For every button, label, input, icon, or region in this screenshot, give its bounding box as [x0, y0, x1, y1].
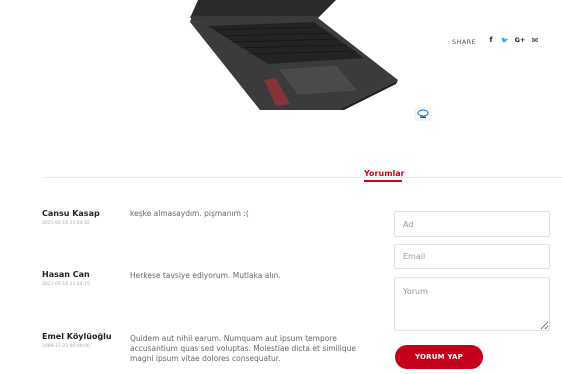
tab-active-underline — [364, 180, 402, 182]
share-label: SHARE — [452, 38, 477, 46]
tab-divider — [42, 177, 562, 178]
comment-author: Emel Köylüoğlu — [42, 332, 112, 341]
comment-item: Cansu Kasap 2021-05-16 21:44:42 — [42, 209, 100, 226]
comment-date: 2021-05-16 21:44:42 — [42, 221, 90, 226]
comment-textarea[interactable] — [394, 277, 550, 331]
comment-text: keşke almasaydım. pişmanım :( — [130, 209, 249, 218]
comment-text: Quidem aut nihil earum. Numquam aut ipsu… — [130, 334, 357, 363]
intel-badge-icon — [414, 106, 432, 121]
email-icon[interactable]: ✉ — [530, 35, 540, 45]
comment-date: 2009-11-23 00:00:00 — [42, 344, 90, 349]
comment-item: Emel Köylüoğlu 2009-11-23 00:00:00 — [42, 332, 112, 349]
comment-author: Cansu Kasap — [42, 209, 100, 218]
facebook-icon[interactable]: f — [486, 35, 496, 45]
submit-comment-button[interactable]: YORUM YAP — [395, 345, 483, 369]
email-input[interactable] — [394, 244, 550, 269]
twitter-icon[interactable]: 🐦 — [500, 35, 510, 45]
comment-author: Hasan Can — [42, 270, 90, 279]
tab-yorumlar[interactable]: Yorumlar — [364, 169, 405, 178]
comment-date: 2021-05-16 21:44:15 — [42, 282, 90, 287]
product-image-laptop — [190, 0, 398, 110]
comment-text: Herkese tavsiye ediyorum. Mutlaka alın. — [130, 271, 281, 280]
google-plus-icon[interactable]: G+ — [514, 35, 526, 45]
share-icons: f 🐦 G+ ✉ — [486, 35, 540, 45]
name-input[interactable] — [394, 211, 550, 237]
comment-item: Hasan Can 2021-05-16 21:44:15 — [42, 270, 90, 287]
